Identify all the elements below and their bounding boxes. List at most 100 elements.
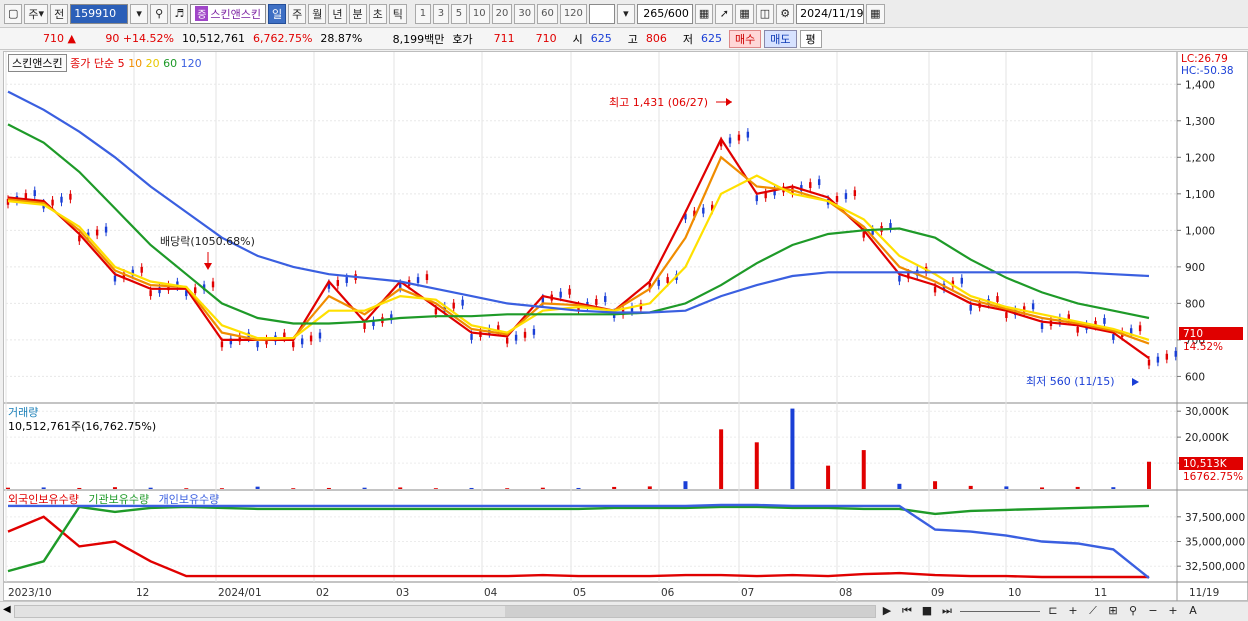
zoom-out-icon[interactable]: − [1146, 604, 1160, 618]
volume-bar [861, 450, 866, 489]
cross-icon[interactable]: + [1066, 604, 1080, 618]
stock-code-input[interactable]: 159910 [70, 3, 129, 24]
candle-body [523, 331, 527, 338]
sell-button[interactable]: 매도 [764, 29, 797, 48]
stock-name-field[interactable]: 증 스킨앤스킨 [190, 3, 266, 24]
price-value: 710 [43, 32, 65, 45]
tab-month[interactable]: 월 [308, 3, 327, 24]
volume-bar [505, 488, 510, 489]
draw-tool-icon[interactable]: ➚ [715, 3, 734, 24]
chart-area[interactable]: 2023/10 12 2024/01 02 03 04 05 06 07 08 09 10 11 11/1… [3, 51, 1248, 602]
volume-bar [576, 487, 581, 489]
interval-1-button[interactable]: 1 [414, 3, 431, 24]
forward-icon[interactable]: ⏭ [940, 604, 954, 618]
tab-year[interactable]: 년 [328, 3, 347, 24]
holding-tick-label: 37,500,000 [1185, 512, 1245, 524]
dividend-annotation: 배당락(1050.68%) [160, 235, 255, 248]
scroll-right-icon[interactable]: ▶ [880, 604, 894, 618]
zoom-in-icon[interactable]: + [1166, 604, 1180, 618]
prev-button[interactable]: 전 [50, 3, 69, 24]
price-tick-label: 1,000 [1185, 225, 1215, 237]
volume-bar [826, 465, 831, 489]
count-field[interactable]: 265/600 [636, 3, 693, 24]
volume-bar [112, 487, 117, 489]
stop-icon[interactable]: ■ [920, 604, 934, 618]
search-icon[interactable]: ⚲ [150, 3, 169, 24]
volume-bar [968, 485, 973, 489]
price-legend: 스킨앤스킨 종가 단순 5 10 20 60 120 [8, 54, 202, 72]
rewind-icon[interactable]: ⏮ [900, 604, 914, 618]
compare-icon[interactable]: ⊏ [1046, 604, 1060, 618]
indicator-icon[interactable]: ▦ [735, 3, 754, 24]
ma-line-10 [7, 155, 1150, 345]
interval-120-button[interactable]: 120 [559, 3, 587, 24]
candle-type-icon[interactable]: ▦ [694, 3, 714, 24]
legend-stock-name[interactable]: 스킨앤스킨 [8, 54, 67, 72]
zoom-slider[interactable] [960, 604, 1040, 612]
chart-canvas[interactable]: 2023/10 12 2024/01 02 03 04 05 06 07 08 09 10 11 11/1… [4, 52, 1248, 602]
speaker-icon[interactable]: ♬ [170, 3, 189, 24]
lc-label: LC:26.79 [1181, 53, 1228, 65]
custom-interval-input[interactable] [588, 3, 615, 24]
x-tick-label: 2023/10 [8, 587, 52, 599]
legend-individual-holding[interactable]: 개인보유수량 [159, 493, 220, 506]
interval-20-button[interactable]: 20 [491, 3, 513, 24]
tab-day[interactable]: 일 [268, 3, 287, 24]
interval-60-button[interactable]: 60 [537, 3, 558, 24]
period-select[interactable]: 주 ▾ [24, 3, 49, 24]
x-tick-label: 09 [931, 587, 944, 599]
eval-button[interactable]: 평 [799, 29, 822, 48]
tab-week[interactable]: 주 [288, 3, 307, 24]
current-price-tag: 710 [1183, 328, 1203, 340]
horizontal-scrollbar[interactable] [14, 605, 876, 618]
trend-icon[interactable]: ⟋ [1086, 604, 1100, 618]
candle-body [69, 193, 72, 200]
scroll-thumb[interactable] [505, 606, 875, 617]
interval-10-button[interactable]: 10 [468, 3, 490, 24]
save-icon[interactable]: ◫ [755, 3, 775, 24]
font-icon[interactable]: A [1186, 604, 1200, 618]
ma-line-120 [7, 90, 1150, 314]
volume-bar [1075, 486, 1080, 489]
fit-icon[interactable]: ⊞ [1106, 604, 1120, 618]
candle-body [933, 286, 937, 293]
high-annotation: 최고 1,431 (06/27) [609, 96, 708, 109]
custom-interval-dropdown-icon[interactable]: ▾ [616, 3, 635, 24]
code-dropdown-icon[interactable]: ▾ [130, 3, 149, 24]
date-input[interactable]: 2024/11/19 [796, 3, 865, 24]
volume-bar [540, 487, 545, 489]
candle-body [1138, 325, 1142, 332]
tab-second[interactable]: 초 [368, 3, 387, 24]
interval-30-button[interactable]: 30 [514, 3, 536, 24]
holding-line [7, 515, 1149, 579]
high-label: 고 [627, 32, 638, 46]
legend-institution-holding[interactable]: 기관보유수량 [88, 493, 149, 506]
candle-body [336, 280, 340, 286]
calendar-icon[interactable]: ▦ [866, 3, 885, 24]
tab-tick[interactable]: 틱 [388, 3, 407, 24]
volume-bar [398, 487, 403, 489]
gear-icon[interactable]: ⚙ [776, 3, 795, 24]
tab-minute[interactable]: 분 [348, 3, 367, 24]
interval-3-button[interactable]: 3 [432, 3, 449, 24]
interval-5-button[interactable]: 5 [450, 3, 467, 24]
candle-body [220, 341, 224, 348]
buy-button[interactable]: 매수 [729, 29, 762, 48]
quote-bar: 710 ▲ 90 +14.52% 10,512,761 6,762.75% 28… [0, 28, 1248, 50]
volume-bar [469, 487, 474, 489]
magnify-icon[interactable]: ⚲ [1126, 604, 1140, 618]
volume-bar [1004, 486, 1009, 489]
volume-bar [148, 487, 153, 489]
scroll-left-icon[interactable]: ◀ [3, 604, 11, 615]
low-value: 625 [701, 32, 722, 45]
window-menu-icon[interactable]: ▢ [4, 3, 23, 24]
volume-bar [1147, 461, 1151, 489]
candle-body [898, 275, 901, 282]
open-value: 625 [590, 32, 612, 45]
legend-foreign-holding[interactable]: 외국인보유수량 [8, 493, 79, 506]
holding-legend: 외국인보유수량 기관보유수량 개인보유수량 [8, 491, 219, 507]
volume-tick-label: 20,000K [1185, 432, 1230, 444]
candle-body [568, 288, 571, 295]
volume-bar [647, 486, 652, 489]
volume-bar [933, 481, 938, 489]
